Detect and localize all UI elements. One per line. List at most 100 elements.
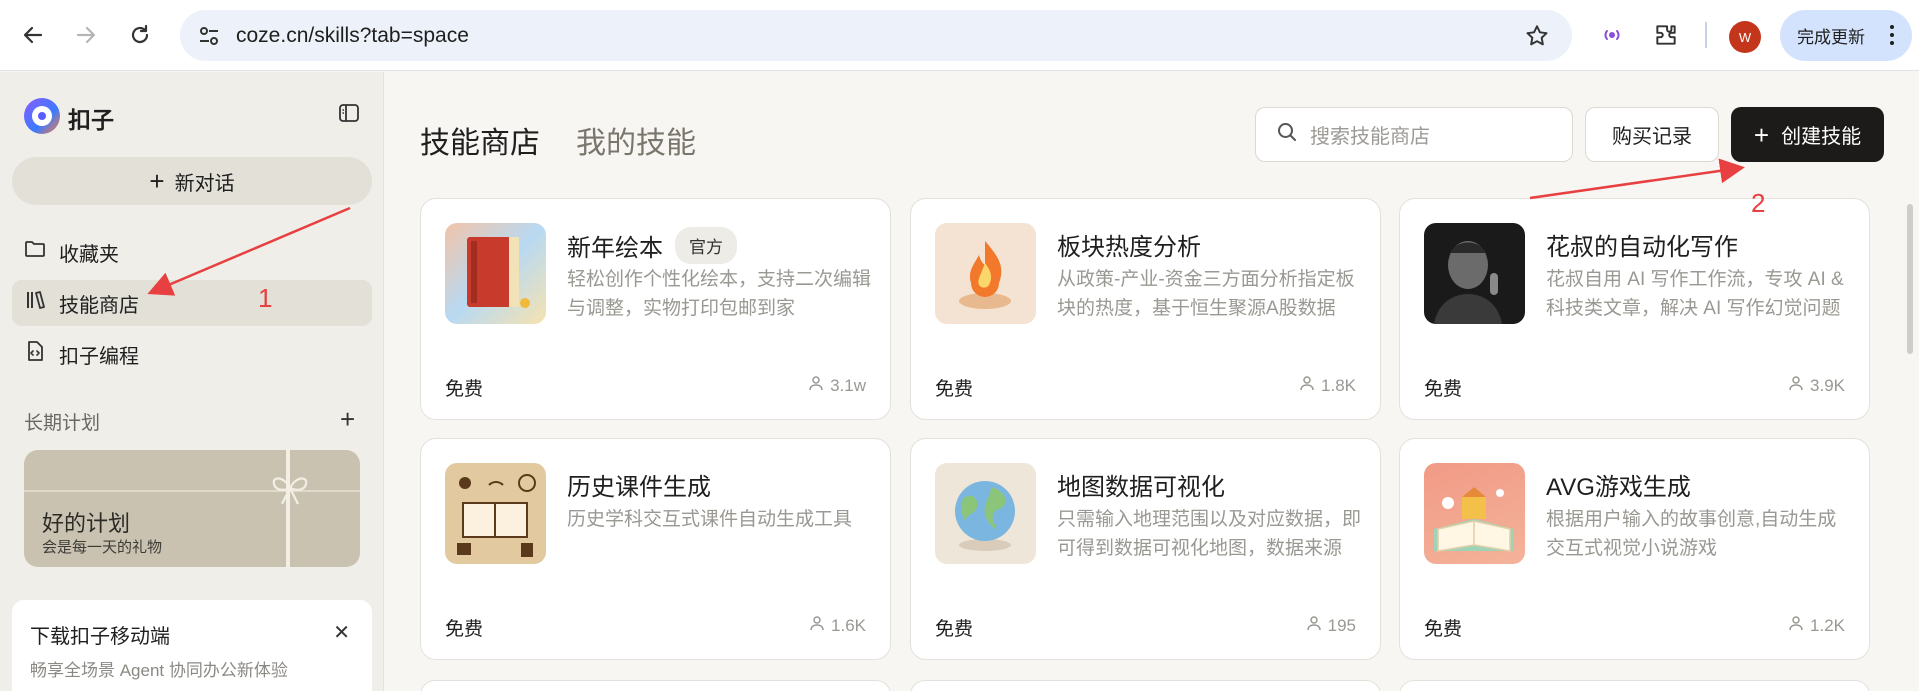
card-user-count: 3.9K bbox=[1788, 375, 1845, 396]
popup-book-thumbnail bbox=[1424, 463, 1525, 564]
profile-avatar[interactable]: W bbox=[1729, 21, 1761, 53]
more-menu-icon[interactable] bbox=[1890, 25, 1894, 45]
annotation-arrow-2 bbox=[1529, 158, 1745, 200]
card-description: 花叔自用 AI 写作工作流，专攻 AI & 科技类文章，解决 AI 写作幻觉问题 bbox=[1546, 269, 1844, 319]
back-icon[interactable] bbox=[15, 17, 51, 53]
card-title: 新年绘本 bbox=[567, 235, 663, 262]
ribbon-vertical bbox=[286, 450, 290, 567]
user-count: 1.8K bbox=[1321, 375, 1356, 395]
download-app-card[interactable]: 下载扣子移动端 畅享全场景 Agent 协同办公新体验 ✕ bbox=[12, 600, 372, 691]
card-description: 只需输入地理范围以及对应数据，即可得到数据可视化地图，数据来源 bbox=[1057, 509, 1362, 559]
author-photo-thumbnail bbox=[1424, 223, 1525, 324]
user-icon bbox=[1299, 375, 1315, 396]
sidebar-item-favorites[interactable]: 收藏夹 bbox=[12, 229, 372, 275]
card-title: 花叔的自动化写作 bbox=[1546, 234, 1738, 261]
card-title: 历史课件生成 bbox=[567, 474, 711, 501]
sidebar-item-coze-coding[interactable]: 扣子编程 bbox=[12, 331, 372, 377]
close-icon[interactable]: ✕ bbox=[333, 620, 350, 645]
create-skill-label: 创建技能 bbox=[1781, 126, 1862, 148]
search-placeholder: 搜索技能商店 bbox=[1310, 126, 1430, 148]
user-icon bbox=[1306, 615, 1322, 636]
plus-icon: + bbox=[149, 166, 165, 196]
download-subtitle: 畅享全场景 Agent 协同办公新体验 bbox=[30, 661, 288, 680]
scrollbar-thumb[interactable] bbox=[1907, 204, 1913, 354]
plan-title: 好的计划 bbox=[42, 511, 131, 536]
extensions-icon[interactable] bbox=[1648, 17, 1684, 53]
user-count: 195 bbox=[1327, 615, 1356, 635]
card-price: 免费 bbox=[445, 379, 484, 400]
download-title: 下载扣子移动端 bbox=[30, 626, 170, 648]
address-bar[interactable]: coze.cn/skills?tab=space bbox=[180, 10, 1572, 61]
picture-book-thumbnail bbox=[445, 223, 546, 324]
skill-card[interactable]: 花叔的自动化写作 花叔自用 AI 写作工作流，专攻 AI & 科技类文章，解决 … bbox=[1399, 198, 1870, 420]
tab-skill-store[interactable]: 技能商店 bbox=[420, 118, 540, 162]
gift-bow-icon bbox=[272, 477, 308, 505]
update-label: 完成更新 bbox=[1797, 28, 1865, 47]
avatar-letter: W bbox=[1738, 29, 1752, 45]
reload-icon[interactable] bbox=[122, 17, 158, 53]
library-icon bbox=[24, 289, 46, 317]
bookmark-star-icon[interactable] bbox=[1524, 23, 1550, 54]
card-title: 板块热度分析 bbox=[1057, 234, 1201, 261]
sidebar-toggle-icon[interactable] bbox=[338, 102, 360, 129]
brand-name: 扣子 bbox=[68, 107, 114, 133]
card-price: 免费 bbox=[935, 619, 974, 640]
card-title-row: AVG游戏生成 bbox=[1546, 467, 1691, 502]
search-input[interactable]: 搜索技能商店 bbox=[1255, 107, 1573, 162]
user-icon bbox=[1788, 375, 1804, 396]
skill-card[interactable]: 历史课件生成 历史学科交互式课件自动生成工具 免费 1.6K bbox=[420, 438, 891, 660]
card-user-count: 1.8K bbox=[1299, 375, 1356, 396]
card-title-row: 地图数据可视化 bbox=[1057, 467, 1225, 502]
card-title-row: 板块热度分析 bbox=[1057, 227, 1201, 262]
skill-card[interactable]: 新年绘本 官方 轻松创作个性化绘本，支持二次编辑与调整，实物打印包邮到家 免费 … bbox=[420, 198, 891, 420]
skill-card[interactable]: AVG游戏生成 根据用户输入的故事创意,自动生成交互式视觉小说游戏 免费 1.2… bbox=[1399, 438, 1870, 660]
card-title-row: 花叔的自动化写作 bbox=[1546, 227, 1738, 262]
coze-logo-icon[interactable] bbox=[24, 98, 60, 134]
tab-my-skills[interactable]: 我的技能 bbox=[576, 118, 696, 162]
broadcast-icon[interactable] bbox=[1594, 17, 1630, 53]
skill-card-partial[interactable] bbox=[420, 680, 891, 691]
create-skill-button[interactable]: + 创建技能 bbox=[1731, 107, 1884, 162]
sidebar-item-label: 收藏夹 bbox=[59, 243, 119, 266]
update-button[interactable]: 完成更新 bbox=[1780, 10, 1912, 61]
card-title-row: 历史课件生成 bbox=[567, 467, 711, 502]
plan-card[interactable]: 好的计划 会是每一天的礼物 bbox=[24, 450, 360, 567]
plan-subtitle: 会是每一天的礼物 bbox=[42, 539, 163, 556]
sidebar: 扣子 + 新对话 收藏夹 技能商店 扣子编程 长期计划 + 好的计划 会是每一天… bbox=[0, 72, 384, 691]
card-description: 从政策-产业-资金三方面分析指定板块的热度，基于恒生聚源A股数据 bbox=[1057, 269, 1355, 319]
card-price: 免费 bbox=[935, 379, 974, 400]
user-count: 3.9K bbox=[1810, 375, 1845, 395]
url-text[interactable]: coze.cn/skills?tab=space bbox=[236, 24, 469, 48]
sidebar-item-skill-store[interactable]: 技能商店 bbox=[12, 280, 372, 326]
user-count: 1.2K bbox=[1810, 615, 1845, 635]
purchase-history-button[interactable]: 购买记录 bbox=[1585, 107, 1719, 162]
card-price: 免费 bbox=[1424, 619, 1463, 640]
search-icon bbox=[1276, 121, 1298, 148]
user-icon bbox=[1788, 615, 1804, 636]
skill-card-partial[interactable] bbox=[910, 680, 1381, 691]
skill-card[interactable]: 板块热度分析 从政策-产业-资金三方面分析指定板块的热度，基于恒生聚源A股数据 … bbox=[910, 198, 1381, 420]
annotation-number-1: 1 bbox=[258, 283, 273, 313]
new-chat-label: 新对话 bbox=[174, 172, 235, 195]
long-term-plan-title: 长期计划 bbox=[24, 413, 101, 434]
skill-card[interactable]: 地图数据可视化 只需输入地理范围以及对应数据，即可得到数据可视化地图，数据来源 … bbox=[910, 438, 1381, 660]
card-title: AVG游戏生成 bbox=[1546, 474, 1691, 501]
card-description: 历史学科交互式课件自动生成工具 bbox=[567, 509, 853, 530]
card-title-row: 新年绘本 官方 bbox=[567, 227, 737, 264]
user-icon bbox=[808, 375, 824, 396]
card-user-count: 195 bbox=[1306, 615, 1356, 636]
new-chat-button[interactable]: + 新对话 bbox=[12, 157, 372, 205]
user-count: 1.6K bbox=[831, 615, 866, 635]
card-description: 轻松创作个性化绘本，支持二次编辑与调整，实物打印包邮到家 bbox=[567, 269, 872, 319]
skill-card-partial[interactable] bbox=[1399, 680, 1870, 691]
sidebar-item-label: 扣子编程 bbox=[59, 345, 139, 368]
code-file-icon bbox=[24, 340, 46, 368]
card-title: 地图数据可视化 bbox=[1057, 474, 1225, 501]
site-settings-icon[interactable] bbox=[198, 25, 220, 52]
forward-icon[interactable] bbox=[68, 17, 104, 53]
card-user-count: 1.2K bbox=[1788, 615, 1845, 636]
card-price: 免费 bbox=[445, 619, 484, 640]
sidebar-item-label: 技能商店 bbox=[59, 294, 139, 317]
add-plan-icon[interactable]: + bbox=[340, 404, 355, 435]
user-count: 3.1w bbox=[830, 375, 866, 395]
